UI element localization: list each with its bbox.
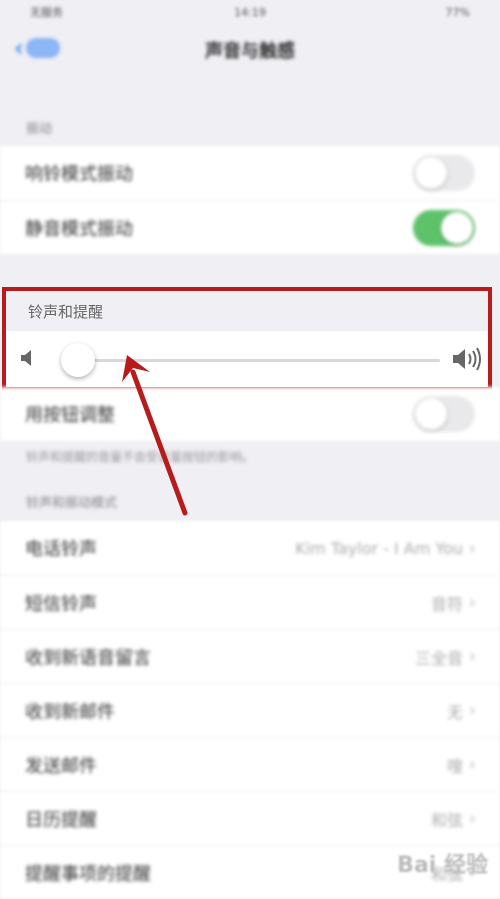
navigation-bar: ‹ 声音与触感 [0, 24, 500, 76]
status-bar: 无服务 14:19 77% [0, 0, 500, 24]
chevron-right-icon: › [468, 592, 476, 613]
list-item[interactable]: 收到新邮件 无 › [0, 683, 500, 737]
back-button[interactable]: ‹ [14, 34, 60, 62]
patterns-group: 电话铃声 Kim Taylor - I Am You › 短信铃声 音符 › 收到新语音… [0, 521, 500, 899]
watermark: Bai 经验 [397, 853, 488, 878]
list-item[interactable]: 收到新语音留言 三全音 › [0, 629, 500, 683]
toggle-knob [441, 211, 473, 244]
row-value: 和弦 [430, 810, 463, 830]
toggle-knob [415, 157, 447, 189]
chevron-left-icon: ‹ [14, 34, 24, 62]
list-item[interactable]: 发送邮件 嗖 › [0, 737, 500, 791]
ringer-footnote: 铃声和提醒的音量不会受音量按钮的影响。 [26, 450, 255, 464]
buttons-group: 用按钮调整 [0, 387, 500, 441]
chevron-right-icon: › [468, 754, 476, 775]
toggle-knob [415, 398, 447, 430]
row-label: 提醒事项的提醒 [25, 863, 151, 885]
silent-vibrate-row: 静音模式振动 [0, 200, 500, 254]
row-value: 音符 [430, 594, 463, 614]
list-item[interactable]: 日历提醒 和弦 › [0, 791, 500, 845]
row-label: 发送邮件 [25, 755, 97, 777]
list-item[interactable]: 电话铃声 Kim Taylor - I Am You › [0, 521, 500, 575]
change-with-buttons-toggle[interactable] [413, 396, 475, 432]
chevron-right-icon: › [468, 537, 476, 559]
list-item[interactable]: 短信铃声 音符 › [0, 575, 500, 629]
volume-slider-thumb[interactable] [61, 343, 95, 377]
ring-vibrate-label: 响铃模式振动 [25, 164, 133, 185]
row-label: 收到新语音留言 [25, 647, 151, 669]
row-label: 电话铃声 [25, 539, 97, 560]
row-value: Kim Taylor - I Am You [295, 538, 463, 558]
ringer-highlight-box: 铃声和提醒 [2, 287, 492, 391]
silent-vibrate-label: 静音模式振动 [25, 218, 133, 240]
row-label: 短信铃声 [25, 593, 97, 615]
section-label-vibrate: 振动 [26, 122, 53, 137]
silent-vibrate-toggle[interactable] [413, 209, 475, 246]
vibrate-group: 响铃模式振动 静音模式振动 [0, 146, 500, 254]
ringer-volume-row [6, 331, 488, 387]
back-label [25, 38, 60, 58]
change-with-buttons-row: 用按钮调整 [0, 387, 500, 441]
chevron-right-icon: › [468, 646, 476, 667]
page-title: 声音与触感 [205, 41, 295, 62]
section-label-patterns: 铃声和振动模式 [26, 496, 118, 511]
speaker-low-icon [21, 350, 31, 366]
clock-label: 14:19 [234, 5, 266, 19]
row-label: 收到新邮件 [25, 701, 115, 723]
row-value: 嗖 [446, 756, 463, 776]
change-with-buttons-label: 用按钮调整 [25, 405, 115, 426]
volume-track[interactable] [74, 359, 440, 362]
ring-vibrate-toggle[interactable] [413, 155, 475, 191]
ringer-header: 铃声和提醒 [6, 291, 488, 331]
chevron-right-icon: › [468, 808, 476, 829]
chevron-right-icon: › [468, 700, 476, 721]
ring-vibrate-row: 响铃模式振动 [0, 146, 500, 200]
row-label: 日历提醒 [25, 809, 97, 831]
speaker-high-icon [453, 347, 481, 371]
row-value: 无 [446, 702, 463, 722]
row-value: 三全音 [414, 648, 463, 668]
